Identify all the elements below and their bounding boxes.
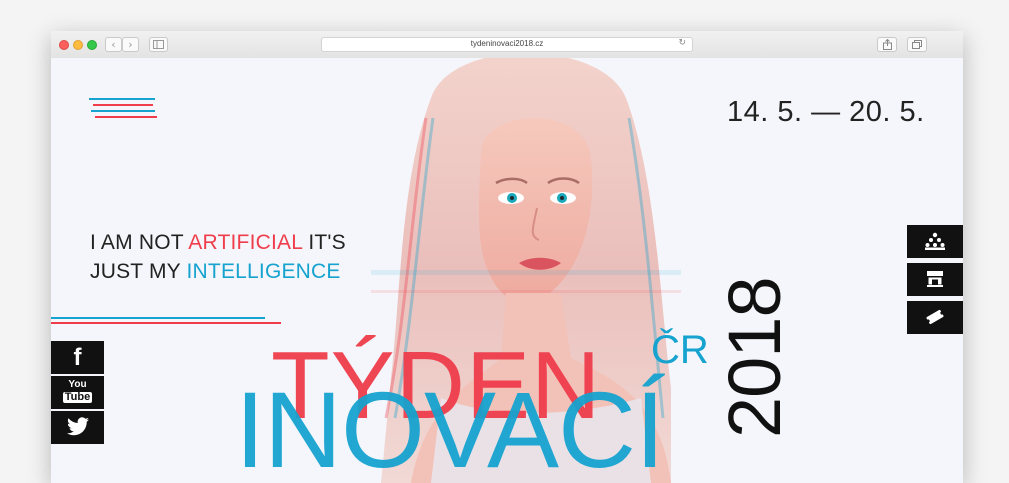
venue-link[interactable] <box>907 263 963 296</box>
tagline-text: JUST MY <box>90 260 187 283</box>
youtube-icon-top: You <box>68 379 87 390</box>
facebook-link[interactable]: f <box>51 341 104 374</box>
ticket-icon <box>926 309 944 325</box>
youtube-icon-bottom: Tube <box>62 391 93 403</box>
share-button[interactable] <box>877 37 897 52</box>
audience-icon <box>925 232 945 250</box>
hamburger-menu-icon[interactable] <box>89 96 159 124</box>
minimize-window-button[interactable] <box>73 40 83 50</box>
address-bar-url: tydeninovaci2018.cz <box>470 39 544 48</box>
chevron-left-icon: ‹ <box>111 38 116 51</box>
address-bar[interactable]: tydeninovaci2018.cz ↻ <box>321 37 693 52</box>
youtube-icon: You Tube <box>51 376 104 403</box>
hero-country-label: ČR <box>651 328 709 372</box>
tagline-underline <box>51 317 265 319</box>
tabs-overview-button[interactable] <box>907 37 927 52</box>
browser-titlebar: ‹ › tydeninovaci2018.cz ↻ <box>51 31 963 59</box>
tagline-highlight-artificial: ARTIFICIAL <box>188 231 303 254</box>
tagline-highlight-intelligence: INTELLIGENCE <box>186 260 341 283</box>
forward-button[interactable]: › <box>122 37 139 52</box>
hero-year: 2018 <box>713 277 796 438</box>
share-icon <box>882 38 892 50</box>
zoom-window-button[interactable] <box>87 40 97 50</box>
hero-tagline: I AM NOT ARTIFICIAL IT'S JUST MY INTELLI… <box>90 228 346 286</box>
tabs-icon <box>912 40 922 49</box>
youtube-link[interactable]: You Tube <box>51 376 104 409</box>
twitter-icon <box>66 417 89 436</box>
twitter-link[interactable] <box>51 411 104 444</box>
sidebar-icon <box>153 40 164 49</box>
back-button[interactable]: ‹ <box>105 37 122 52</box>
facebook-icon: f <box>73 344 82 371</box>
event-date-range: 14. 5. — 20. 5. <box>727 96 925 128</box>
tickets-link[interactable] <box>907 301 963 334</box>
tagline-text: I AM NOT <box>90 231 189 254</box>
reload-icon[interactable]: ↻ <box>678 38 686 48</box>
hero-title-inovaci: INOVACÍ <box>235 369 665 483</box>
close-window-button[interactable] <box>59 40 69 50</box>
audience-link[interactable] <box>907 225 963 258</box>
sidebar-toggle-button[interactable] <box>149 37 168 52</box>
chevron-right-icon: › <box>128 38 133 51</box>
web-page: 14. 5. — 20. 5. I AM NOT ARTIFICIAL IT'S… <box>51 58 963 483</box>
shop-icon <box>927 271 943 287</box>
tagline-underline <box>51 322 281 324</box>
tagline-text: IT'S <box>302 231 346 254</box>
browser-window: ‹ › tydeninovaci2018.cz ↻ 14. 5. — 20. 5… <box>51 31 963 483</box>
